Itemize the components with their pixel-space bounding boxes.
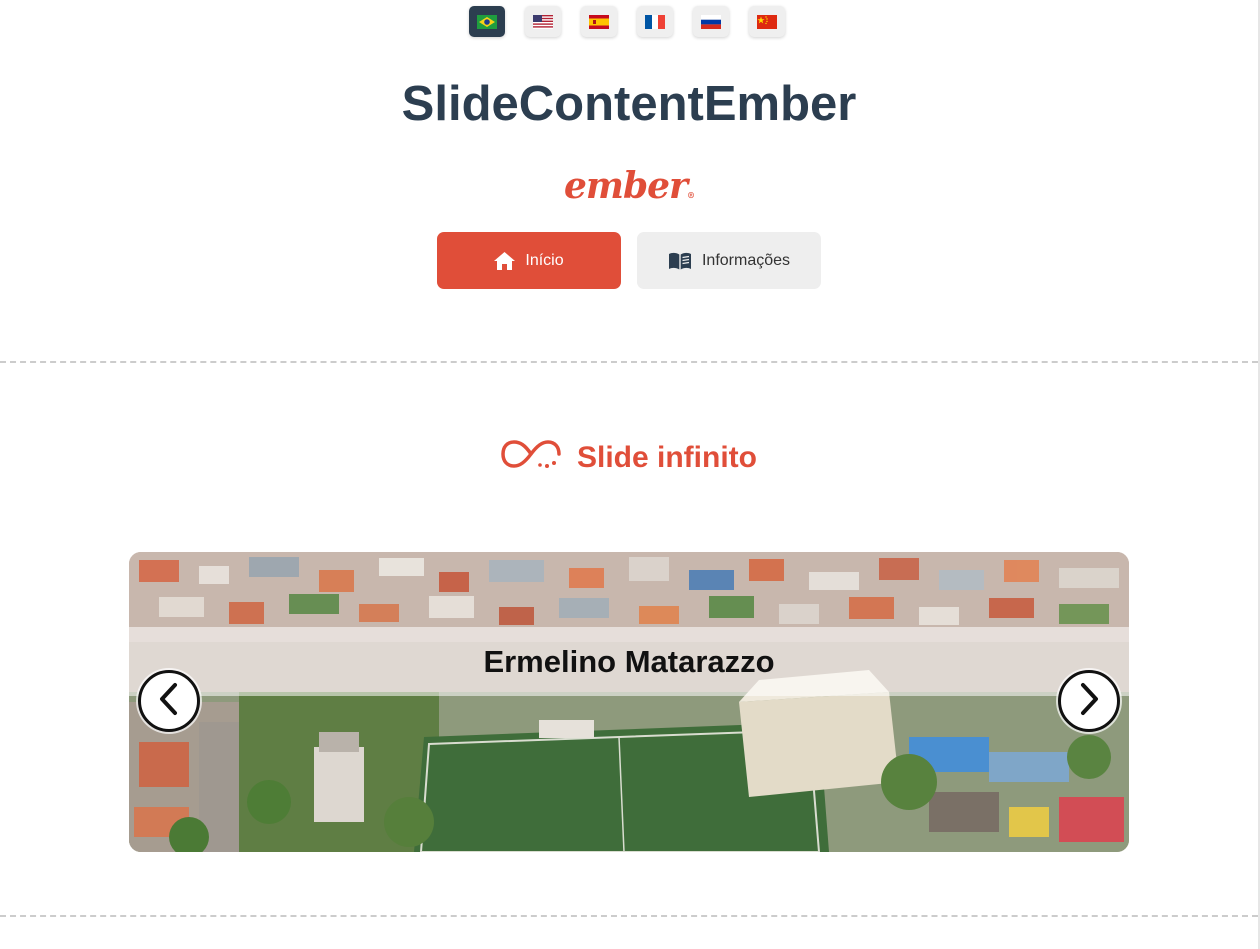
section-divider-top [0,361,1258,363]
france-flag-icon [645,14,665,29]
home-icon [494,251,516,270]
flag-button-fr[interactable] [637,6,673,37]
slide-section-title: Slide infinito [577,441,757,474]
logo-text: ember [563,165,688,207]
chevron-right-icon [1075,682,1103,721]
slide-caption: Ermelino Matarazzo [129,627,1129,696]
flag-button-pt-br[interactable] [469,6,505,37]
language-selector [469,6,785,37]
spain-flag-icon [589,14,609,29]
page-title: SlideContentEmber [401,77,857,131]
book-icon [668,252,692,270]
china-flag-icon [757,14,777,29]
home-button[interactable]: Início [437,232,621,289]
slider-prev-button[interactable] [138,670,200,732]
usa-flag-icon [533,14,553,29]
info-button-label: Informações [701,251,791,269]
section-divider-bottom [0,915,1258,917]
brazil-flag-icon [477,14,497,29]
logo-registered-mark: ® [687,190,695,200]
slide-section-heading: Slide infinito [0,438,1258,478]
russia-flag-icon [701,14,721,29]
slider-next-button[interactable] [1058,670,1120,732]
slide-caption-text: Ermelino Matarazzo [483,643,775,679]
image-slider[interactable]: Ermelino Matarazzo [129,552,1129,852]
main-nav: Início Informações [437,232,821,289]
ember-logo: ember® [0,165,1258,207]
flag-button-ru[interactable] [693,6,729,37]
flag-button-zh[interactable] [749,6,785,37]
slide-aerial-photo [129,552,1129,852]
home-button-label: Início [525,251,564,269]
info-button[interactable]: Informações [637,232,821,289]
flag-button-en-us[interactable] [525,6,561,37]
flag-button-es[interactable] [581,6,617,37]
infinity-icon [501,438,561,478]
chevron-left-icon [155,682,183,721]
